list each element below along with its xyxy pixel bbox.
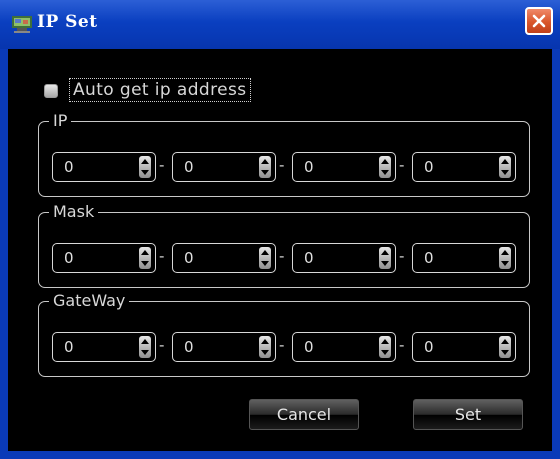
octet-value: 0 xyxy=(64,249,74,267)
octet-value: 0 xyxy=(304,158,314,176)
octet-value: 0 xyxy=(184,158,194,176)
gateway-group: GateWay 0 - 0 - 0 - 0 xyxy=(38,291,530,377)
ip-octet-4[interactable]: 0 xyxy=(412,152,516,182)
octet-separator: - xyxy=(399,156,405,174)
spin-arrows-icon[interactable] xyxy=(379,336,391,358)
ip-group: IP 0 - 0 - 0 - 0 xyxy=(38,111,530,197)
octet-value: 0 xyxy=(424,338,434,356)
auto-ip-label[interactable]: Auto get ip address xyxy=(69,78,251,102)
network-icon xyxy=(12,16,32,33)
octet-value: 0 xyxy=(184,249,194,267)
octet-value: 0 xyxy=(424,249,434,267)
octet-separator: - xyxy=(279,336,285,354)
octet-separator: - xyxy=(159,156,165,174)
gateway-octet-1[interactable]: 0 xyxy=(52,332,156,362)
window-frame-right xyxy=(552,49,560,459)
mask-octet-3[interactable]: 0 xyxy=(292,243,396,273)
spin-arrows-icon[interactable] xyxy=(139,336,151,358)
spin-arrows-icon[interactable] xyxy=(139,156,151,178)
ip-group-title: IP xyxy=(49,111,72,131)
spin-arrows-icon[interactable] xyxy=(379,156,391,178)
octet-value: 0 xyxy=(304,338,314,356)
octet-separator: - xyxy=(279,156,285,174)
spin-arrows-icon[interactable] xyxy=(139,247,151,269)
gateway-group-title: GateWay xyxy=(49,291,130,311)
spin-arrows-icon[interactable] xyxy=(259,156,271,178)
ip-octet-3[interactable]: 0 xyxy=(292,152,396,182)
octet-value: 0 xyxy=(304,249,314,267)
gateway-octet-4[interactable]: 0 xyxy=(412,332,516,362)
spin-arrows-icon[interactable] xyxy=(499,156,511,178)
set-button[interactable]: Set xyxy=(413,399,523,430)
spin-arrows-icon[interactable] xyxy=(499,336,511,358)
octet-separator: - xyxy=(399,336,405,354)
auto-ip-checkbox[interactable] xyxy=(44,84,58,98)
title-bar[interactable]: IP Set xyxy=(0,0,560,49)
octet-value: 0 xyxy=(64,158,74,176)
ip-octet-2[interactable]: 0 xyxy=(172,152,276,182)
mask-octet-1[interactable]: 0 xyxy=(52,243,156,273)
window-title: IP Set xyxy=(37,12,98,32)
octet-value: 0 xyxy=(184,338,194,356)
octet-separator: - xyxy=(159,247,165,265)
gateway-octet-3[interactable]: 0 xyxy=(292,332,396,362)
mask-group-title: Mask xyxy=(49,202,99,222)
mask-octet-2[interactable]: 0 xyxy=(172,243,276,273)
gateway-octet-2[interactable]: 0 xyxy=(172,332,276,362)
spin-arrows-icon[interactable] xyxy=(379,247,391,269)
spin-arrows-icon[interactable] xyxy=(259,247,271,269)
window-frame-bottom xyxy=(0,451,560,459)
window-frame-left xyxy=(0,49,8,459)
mask-octet-4[interactable]: 0 xyxy=(412,243,516,273)
cancel-button[interactable]: Cancel xyxy=(249,399,359,430)
mask-group: Mask 0 - 0 - 0 - 0 xyxy=(38,202,530,288)
spin-arrows-icon[interactable] xyxy=(259,336,271,358)
octet-separator: - xyxy=(159,336,165,354)
octet-separator: - xyxy=(399,247,405,265)
octet-value: 0 xyxy=(64,338,74,356)
octet-value: 0 xyxy=(424,158,434,176)
ip-octet-1[interactable]: 0 xyxy=(52,152,156,182)
octet-separator: - xyxy=(279,247,285,265)
close-icon xyxy=(532,14,546,28)
spin-arrows-icon[interactable] xyxy=(499,247,511,269)
close-button[interactable] xyxy=(525,7,553,35)
